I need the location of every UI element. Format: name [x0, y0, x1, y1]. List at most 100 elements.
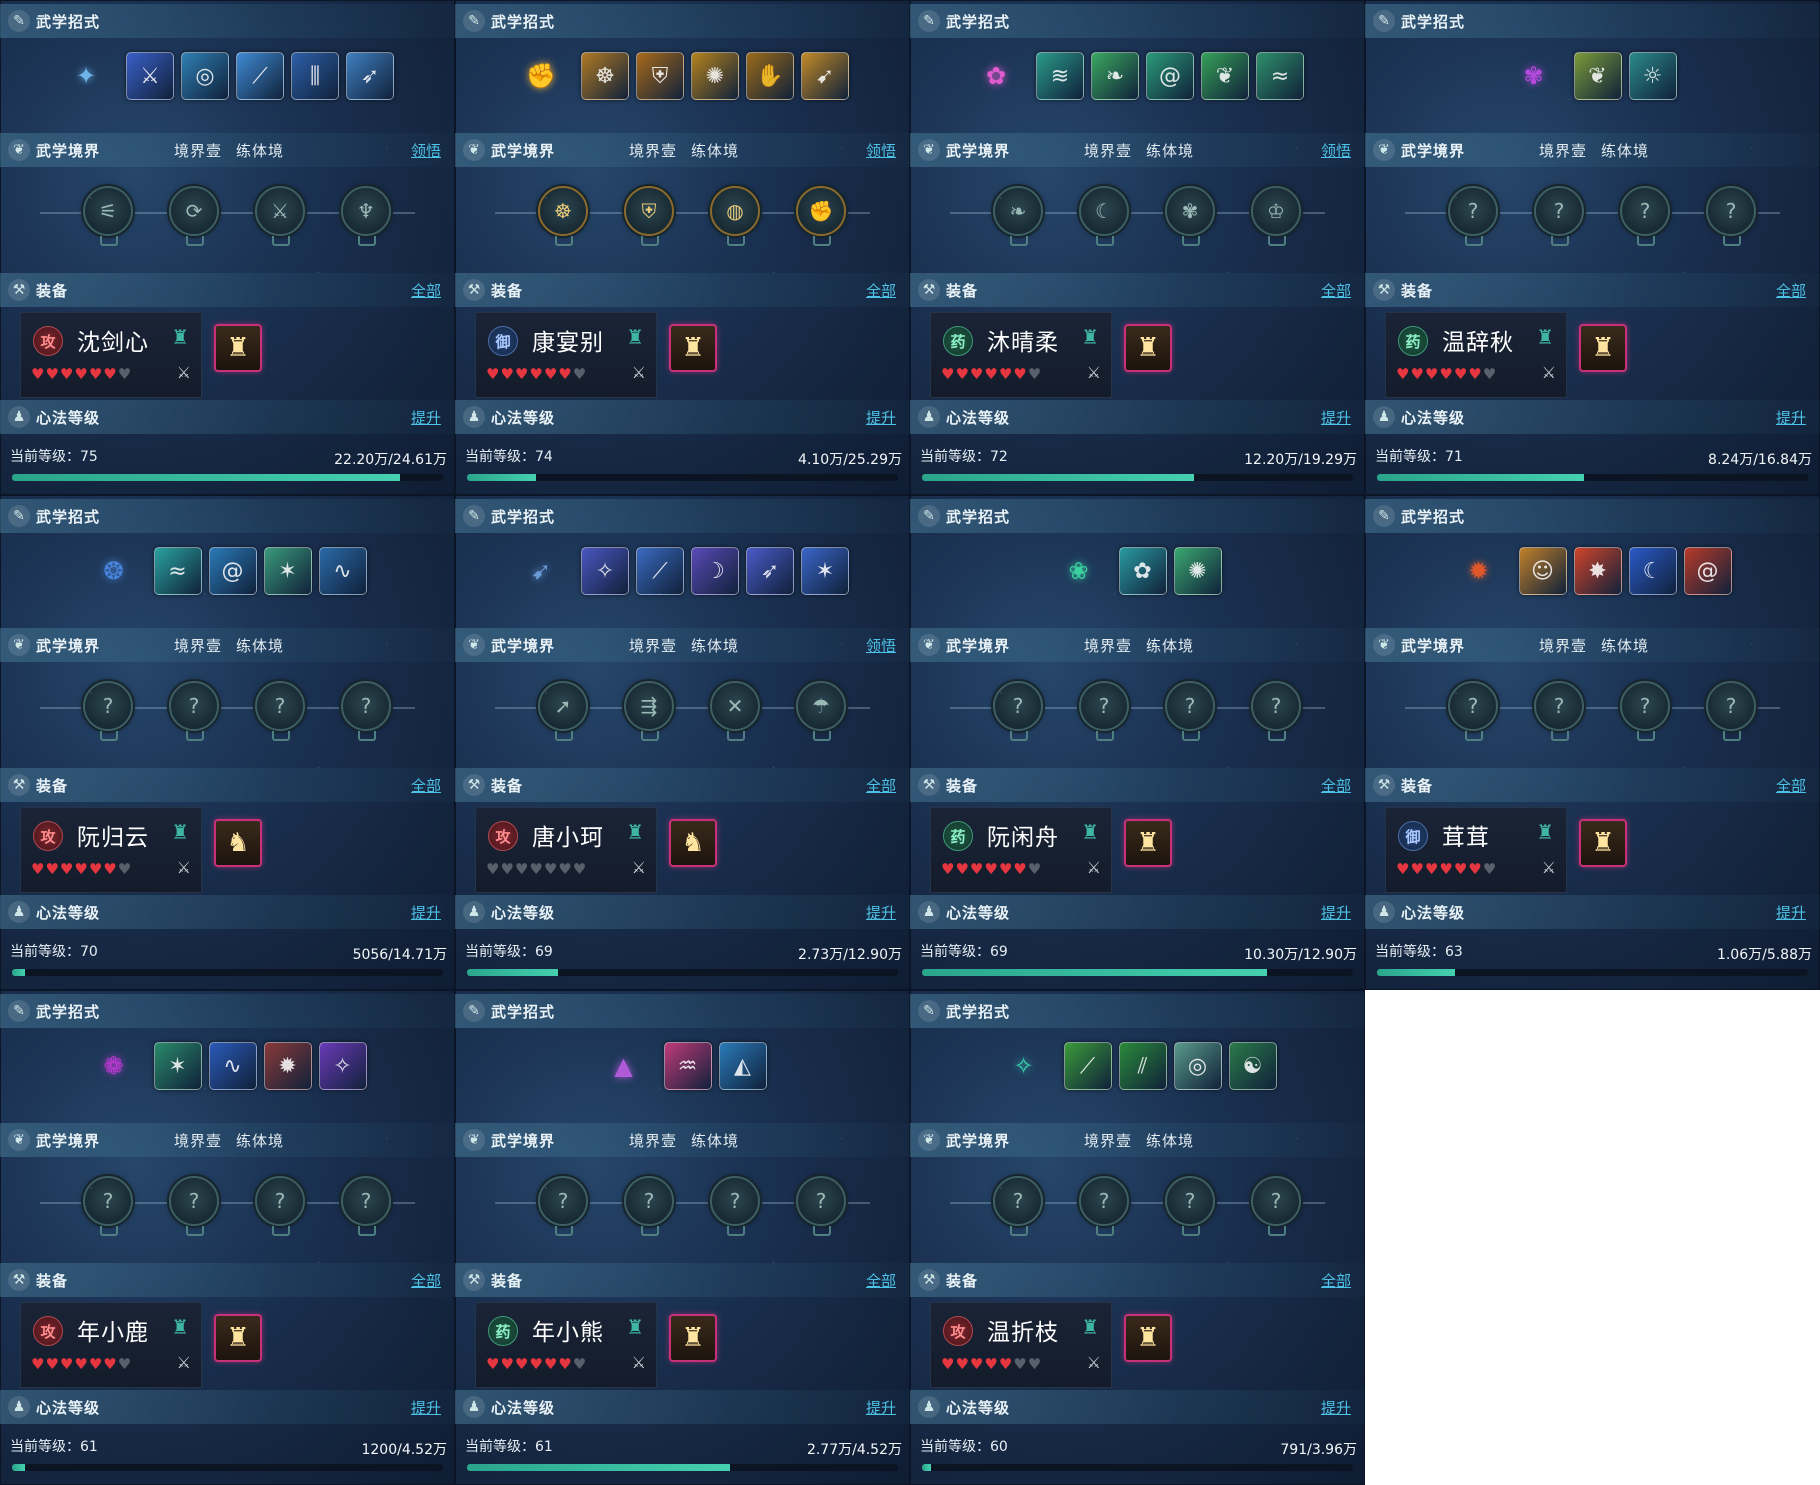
- robe-brown-icon[interactable]: ♞: [214, 819, 262, 867]
- unknown-icon[interactable]: ?: [1620, 681, 1670, 741]
- equipment-all-link[interactable]: 全部: [411, 775, 441, 796]
- equipment-all-link[interactable]: 全部: [866, 775, 896, 796]
- monk-icon[interactable]: ☸: [538, 186, 588, 246]
- character-plate[interactable]: 药 沐晴柔 ♜ ♥♥♥♥♥♥♥ ⚔: [930, 312, 1112, 398]
- upgrade-link[interactable]: 提升: [1321, 407, 1351, 428]
- ring-icon[interactable]: ◎: [1173, 1042, 1222, 1090]
- leaf-icon[interactable]: ❧: [1091, 52, 1139, 100]
- purple-rune-icon[interactable]: ❁: [89, 1041, 139, 1091]
- armor-silver-icon[interactable]: ♜: [1579, 819, 1627, 867]
- bell-icon[interactable]: ⛨: [636, 52, 684, 100]
- upgrade-link[interactable]: 提升: [866, 1397, 896, 1418]
- palm-icon[interactable]: ✋: [746, 52, 794, 100]
- bird-icon[interactable]: ➹: [516, 546, 566, 596]
- wind-orb-icon[interactable]: ✦: [61, 51, 111, 101]
- equipment-all-link[interactable]: 全部: [1776, 280, 1806, 301]
- yin-yang-icon[interactable]: ☯: [1228, 1042, 1277, 1090]
- comprehend-link[interactable]: 领悟: [1321, 140, 1351, 161]
- unknown-icon[interactable]: ?: [1251, 1176, 1301, 1236]
- unknown-icon[interactable]: ?: [83, 1176, 133, 1236]
- kick-icon[interactable]: ➹: [801, 52, 849, 100]
- equipment-all-link[interactable]: 全部: [411, 280, 441, 301]
- stream-icon[interactable]: ≈: [153, 547, 202, 595]
- blade-icon[interactable]: ⟋: [236, 52, 284, 100]
- leaf-spirit-icon[interactable]: ❀: [1054, 546, 1104, 596]
- spear-icon[interactable]: ➶: [746, 547, 794, 595]
- unknown-icon[interactable]: ?: [255, 1176, 305, 1236]
- armor-gold-icon[interactable]: ♜: [669, 324, 717, 372]
- character-plate[interactable]: 御 康宴别 ♜ ♥♥♥♥♥♥♥ ⚔: [475, 312, 657, 398]
- double-slash-icon[interactable]: ⫽: [1118, 1042, 1167, 1090]
- unknown-icon[interactable]: ?: [624, 1176, 674, 1236]
- unknown-icon[interactable]: ?: [993, 1176, 1043, 1236]
- unknown-icon[interactable]: ?: [993, 681, 1043, 741]
- upgrade-link[interactable]: 提升: [1321, 902, 1351, 923]
- unknown-icon[interactable]: ?: [1620, 186, 1670, 246]
- swirl-icon[interactable]: ⟳: [169, 186, 219, 246]
- dancer-icon[interactable]: ✧: [581, 547, 629, 595]
- cross-icon[interactable]: ✕: [710, 681, 760, 741]
- blue-flame-icon[interactable]: ❂: [89, 546, 139, 596]
- unknown-icon[interactable]: ?: [83, 681, 133, 741]
- wave-blue-icon[interactable]: ∿: [208, 1042, 257, 1090]
- character-plate[interactable]: 攻 阮归云 ♜ ♥♥♥♥♥♥♥ ⚔: [20, 807, 202, 893]
- unknown-icon[interactable]: ?: [1534, 681, 1584, 741]
- character-plate[interactable]: 药 阮闲舟 ♜ ♥♥♥♥♥♥♥ ⚔: [930, 807, 1112, 893]
- moon-icon[interactable]: ☾: [1079, 186, 1129, 246]
- character-plate[interactable]: 攻 沈剑心 ♜ ♥♥♥♥♥♥♥ ⚔: [20, 312, 202, 398]
- upgrade-link[interactable]: 提升: [411, 1397, 441, 1418]
- unknown-icon[interactable]: ?: [1251, 681, 1301, 741]
- jade-beast-icon[interactable]: ✧: [999, 1041, 1049, 1091]
- character-plate[interactable]: 药 温辞秋 ♜ ♥♥♥♥♥♥♥ ⚔: [1385, 312, 1567, 398]
- fang-icon[interactable]: ♒: [663, 1042, 712, 1090]
- character-plate[interactable]: 御 茸茸 ♜ ♥♥♥♥♥♥♥ ⚔: [1385, 807, 1567, 893]
- flower-icon[interactable]: ✾: [1509, 51, 1559, 101]
- character-plate[interactable]: 药 年小熊 ♜ ♥♥♥♥♥♥♥ ⚔: [475, 1302, 657, 1388]
- strike-icon[interactable]: ✶: [801, 547, 849, 595]
- unknown-icon[interactable]: ?: [169, 681, 219, 741]
- slash-icon[interactable]: ⚔: [126, 52, 174, 100]
- whirl-icon[interactable]: ◎: [181, 52, 229, 100]
- comprehend-link[interactable]: 领悟: [411, 140, 441, 161]
- fire-spirit-icon[interactable]: ✹: [1454, 546, 1504, 596]
- unknown-icon[interactable]: ?: [1165, 681, 1215, 741]
- shield-icon[interactable]: ✺: [691, 52, 739, 100]
- unknown-icon[interactable]: ?: [1079, 681, 1129, 741]
- armor-dark-icon[interactable]: ♜: [1124, 1314, 1172, 1362]
- dragon-icon[interactable]: ≈: [1256, 52, 1304, 100]
- green-slash-icon[interactable]: ⟋: [1063, 1042, 1112, 1090]
- upgrade-link[interactable]: 提升: [866, 407, 896, 428]
- unknown-icon[interactable]: ?: [255, 681, 305, 741]
- armor-gold-icon[interactable]: ♜: [669, 1314, 717, 1362]
- armor-dark-icon[interactable]: ♜: [1124, 819, 1172, 867]
- unknown-icon[interactable]: ?: [1165, 1176, 1215, 1236]
- unknown-icon[interactable]: ?: [710, 1176, 760, 1236]
- equipment-all-link[interactable]: 全部: [866, 280, 896, 301]
- unknown-icon[interactable]: ?: [796, 1176, 846, 1236]
- upgrade-link[interactable]: 提升: [866, 902, 896, 923]
- explosion-icon[interactable]: ✸: [1573, 547, 1622, 595]
- ring-icon[interactable]: ◍: [710, 186, 760, 246]
- unknown-icon[interactable]: ?: [1448, 681, 1498, 741]
- shadow-icon[interactable]: ✧: [318, 1042, 367, 1090]
- equipment-all-link[interactable]: 全部: [1321, 775, 1351, 796]
- wave-icon[interactable]: ≋: [1036, 52, 1084, 100]
- sun-icon[interactable]: ☼: [1628, 52, 1677, 100]
- equipment-all-link[interactable]: 全部: [411, 1270, 441, 1291]
- monk-icon[interactable]: ☸: [581, 52, 629, 100]
- leaf-icon[interactable]: ❧: [993, 186, 1043, 246]
- upgrade-link[interactable]: 提升: [411, 407, 441, 428]
- upgrade-link[interactable]: 提升: [1321, 1397, 1351, 1418]
- unknown-icon[interactable]: ?: [538, 1176, 588, 1236]
- spiral-icon[interactable]: @: [1146, 52, 1194, 100]
- umbrella-icon[interactable]: ☂: [796, 681, 846, 741]
- comprehend-link[interactable]: 领悟: [866, 140, 896, 161]
- armor-gold-icon[interactable]: ♜: [1579, 324, 1627, 372]
- blade-icon[interactable]: ♆: [341, 186, 391, 246]
- upgrade-link[interactable]: 提升: [1776, 407, 1806, 428]
- golden-fist-icon[interactable]: ✊: [516, 51, 566, 101]
- fist-icon[interactable]: ✊: [796, 186, 846, 246]
- sword-icon[interactable]: ⚔: [255, 186, 305, 246]
- lotus-icon[interactable]: ✾: [1165, 186, 1215, 246]
- unknown-icon[interactable]: ?: [341, 681, 391, 741]
